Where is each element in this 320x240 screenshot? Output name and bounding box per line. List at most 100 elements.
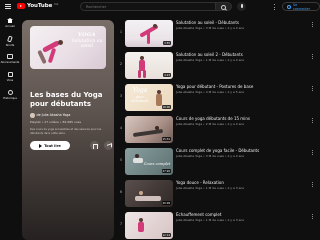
nav-label: Shorts (5, 42, 15, 47)
sign-in-button[interactable]: Se connecter (282, 2, 320, 11)
video-duration: 18:06 (161, 105, 171, 109)
play-all-label: Tout lire (44, 143, 61, 148)
search-input[interactable] (80, 2, 216, 11)
youtube-play-logo-icon (17, 3, 25, 9)
list-item[interactable]: 5 Cours complet 27:26 Cours complet de y… (118, 148, 318, 180)
list-item[interactable]: 7 12:14 Échauffement complet Julie Akash… (118, 212, 318, 240)
video-thumbnail[interactable]: 12:14 (125, 212, 173, 239)
video-more-icon[interactable] (312, 54, 313, 59)
thumbnail-caption-title: YOGA (78, 32, 96, 38)
video-more-icon[interactable] (312, 86, 313, 91)
thumbnail-word: pour débutants (131, 95, 149, 103)
video-index: 3 (119, 94, 123, 98)
video-meta: Julie Akasha Yoga • 1 M de vues • il y a… (176, 186, 244, 190)
playlist-thumbnail[interactable]: YOGA Salutation au soleil (30, 26, 106, 69)
video-more-icon[interactable] (312, 214, 313, 219)
thumbnail-caption-subtitle: Salutation au soleil (71, 39, 103, 50)
playlist-owner[interactable]: de Julie Akasha Yoga (30, 113, 70, 118)
video-index: 6 (119, 190, 123, 194)
voice-search-mic-icon[interactable] (237, 2, 246, 11)
top-bar: YouTube CA Se connecter (0, 0, 320, 14)
video-thumbnail[interactable]: Cours complet 27:26 (125, 148, 173, 175)
playlist-title: Les bases du Yoga pour débutants (30, 91, 103, 108)
video-index: 7 (119, 222, 123, 226)
video-thumbnail[interactable]: Yoga pour débutants 18:06 (125, 84, 173, 111)
video-duration: 27:26 (161, 169, 171, 173)
save-playlist-icon[interactable] (90, 141, 99, 150)
search-button[interactable] (216, 2, 232, 11)
video-meta: Julie Akasha Yoga • 1 M de vues • il y a… (176, 58, 244, 62)
list-item[interactable]: 6 20:09 Yoga douce - Relaxation Julie Ak… (118, 180, 318, 212)
video-title[interactable]: Salutation au soleil 2 - Débutants (176, 52, 310, 57)
hamburger-menu-icon[interactable] (5, 4, 11, 9)
nav-item-subscriptions[interactable]: Abonnements (0, 50, 20, 68)
sign-in-label: Se connecter (292, 2, 310, 11)
nav-item-history[interactable]: Historique (0, 86, 20, 104)
list-item[interactable]: 3 Yoga pour débutants 18:06 Yoga pour dé… (118, 84, 318, 116)
list-item[interactable]: 4 15:31 Cours de yoga débutants de 15 mi… (118, 116, 318, 148)
video-meta: Julie Akasha Yoga • 3 M de vues • il y a… (176, 154, 244, 158)
video-title[interactable]: Salutation au soleil - Débutants (176, 20, 310, 25)
video-index: 4 (119, 126, 123, 130)
play-all-button[interactable]: Tout lire (30, 141, 70, 150)
nav-label: Vous (6, 78, 14, 83)
video-title[interactable]: Cours complet de yoga facile - Débutants (176, 148, 310, 153)
nav-item-shorts[interactable]: Shorts (0, 32, 20, 50)
shorts-icon (7, 34, 13, 42)
video-more-icon[interactable] (312, 150, 313, 155)
share-icon[interactable] (104, 141, 113, 150)
nav-label: Historique (3, 96, 17, 101)
video-thumbnail[interactable]: 20:09 (125, 180, 173, 207)
playlist-video-list: 1 3:55 Salutation au soleil - Débutants … (118, 20, 318, 240)
thumbnail-word: Yoga (132, 87, 148, 94)
subscriptions-icon (7, 54, 13, 59)
video-thumbnail[interactable]: 4:23 (125, 52, 173, 79)
video-meta: Julie Akasha Yoga • 3 M de vues • il y a… (176, 26, 244, 30)
account-circle-icon (287, 4, 291, 9)
search-bar (80, 2, 232, 11)
video-more-icon[interactable] (312, 22, 313, 27)
logo-country-code: CA (54, 2, 59, 6)
video-thumbnail[interactable]: 15:31 (125, 116, 173, 143)
video-duration: 12:14 (161, 233, 171, 237)
video-index: 5 (119, 158, 123, 162)
playlist-description: Des cours de yoga accessibles et des séa… (30, 128, 102, 135)
video-index: 1 (119, 30, 123, 34)
video-duration: 20:09 (161, 201, 171, 205)
list-item[interactable]: 2 4:23 Salutation au soleil 2 - Débutant… (118, 52, 318, 84)
you-icon (7, 71, 13, 77)
video-title[interactable]: Yoga douce - Relaxation (176, 180, 310, 185)
video-more-icon[interactable] (312, 118, 313, 123)
nav-item-you[interactable]: Vous (0, 68, 20, 86)
video-meta: Julie Akasha Yoga • 2 M de vues • il y a… (176, 122, 244, 126)
video-meta: Julie Akasha Yoga • 1 M de vues • il y a… (176, 218, 244, 222)
nav-label: Abonnements (0, 60, 20, 64)
nav-label: Accueil (5, 24, 15, 28)
home-icon (7, 18, 13, 23)
video-title[interactable]: Cours de yoga débutants de 15 mins (176, 116, 310, 121)
channel-avatar (30, 113, 35, 118)
thumbnail-caption: YOGA Salutation au soleil (70, 32, 104, 49)
play-icon (39, 143, 43, 148)
playlist-header-panel: YOGA Salutation au soleil Les bases du Y… (22, 20, 114, 240)
playlist-meta: Playlist • 27 vidéos • 89 685 vues (30, 120, 82, 124)
nav-item-home[interactable]: Accueil (0, 14, 20, 32)
video-thumbnail[interactable]: 3:55 (125, 20, 173, 47)
video-duration: 4:23 (163, 73, 171, 77)
video-duration: 15:31 (161, 137, 171, 141)
history-icon (7, 89, 13, 95)
left-navigation: Accueil Shorts Abonnements Vous Historiq… (0, 14, 20, 104)
settings-more-icon[interactable] (274, 4, 275, 10)
video-title[interactable]: Yoga pour débutant - Postures de base (176, 84, 310, 89)
video-more-icon[interactable] (312, 182, 313, 187)
logo-text: YouTube (27, 3, 53, 9)
video-duration: 3:55 (163, 41, 171, 45)
owner-name: de Julie Akasha Yoga (36, 113, 71, 118)
video-title[interactable]: Échauffement complet (176, 212, 310, 217)
video-meta: Julie Akasha Yoga • 4 M de vues • il y a… (176, 90, 244, 94)
list-item[interactable]: 1 3:55 Salutation au soleil - Débutants … (118, 20, 318, 52)
yoga-pose-figure (36, 38, 70, 65)
thumbnail-word: Cours complet (143, 162, 171, 166)
youtube-logo[interactable]: YouTube CA (17, 2, 59, 9)
video-index: 2 (119, 62, 123, 66)
